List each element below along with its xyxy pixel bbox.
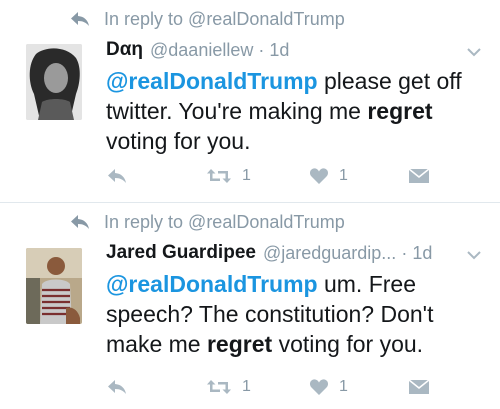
avatar[interactable] [26,248,82,324]
reply-arrow-icon [71,215,89,229]
tweet-header: Dαη @daaniellew · 1d [106,38,289,62]
reply-arrow-icon [108,380,126,394]
retweet-button[interactable]: 1 [206,375,251,399]
retweet-button[interactable]: 1 [206,164,251,188]
reply-arrow-icon [71,12,89,26]
tweet-text: @realDonaldTrump um. Free speech? The co… [106,269,486,359]
timestamp[interactable]: 1d [269,40,289,61]
direct-message-button[interactable] [409,375,429,399]
display-name[interactable]: Jared Guardipee [106,242,256,264]
reply-button[interactable] [106,164,128,188]
avatar[interactable] [26,44,82,120]
user-handle[interactable]: @jaredguardip... [263,243,396,264]
envelope-icon [409,168,429,183]
chevron-down-icon[interactable] [466,46,482,58]
mention-link[interactable]: @realDonaldTrump [106,271,318,297]
reply-context-text: In reply to @realDonaldTrump [104,8,345,29]
tweet[interactable]: In reply to @realDonaldTrump Jared Guard… [0,203,500,409]
reply-context[interactable]: In reply to @realDonaldTrump [70,8,345,30]
tweet[interactable]: In reply to @realDonaldTrump Dαη @daanie… [0,0,500,202]
reply-arrow-icon [108,169,126,183]
like-count: 1 [339,378,348,395]
tweet-actions: 1 1 [106,164,446,188]
tweet-text-segment: voting for you. [106,128,251,154]
tweet-text-bold: regret [206,331,273,357]
envelope-icon [409,379,429,394]
user-handle[interactable]: @daaniellew [150,40,253,61]
mention-link[interactable]: @realDonaldTrump [106,68,318,94]
retweet-icon [207,169,231,183]
reply-context[interactable]: In reply to @realDonaldTrump [70,211,345,233]
retweet-count: 1 [242,167,251,184]
separator-dot: · [401,242,408,263]
timestamp[interactable]: 1d [412,243,432,264]
separator-dot: · [258,39,265,60]
reply-button[interactable] [106,375,128,399]
retweet-count: 1 [242,378,251,395]
tweet-header: Jared Guardipee @jaredguardip... · 1d [106,241,432,265]
direct-message-button[interactable] [409,164,429,188]
tweet-text-bold: regret [367,98,433,124]
tweet-text-segment: voting for you. [272,331,424,357]
retweet-icon [207,380,231,394]
heart-icon [309,168,329,184]
tweet-text: @realDonaldTrump please get off twitter.… [106,66,486,156]
tweet-actions: 1 1 [106,375,446,399]
like-button[interactable]: 1 [309,375,348,399]
heart-icon [309,379,329,395]
like-count: 1 [339,167,348,184]
like-button[interactable]: 1 [309,164,348,188]
chevron-down-icon[interactable] [466,249,482,261]
display-name[interactable]: Dαη [106,39,143,61]
reply-context-text: In reply to @realDonaldTrump [104,211,345,232]
